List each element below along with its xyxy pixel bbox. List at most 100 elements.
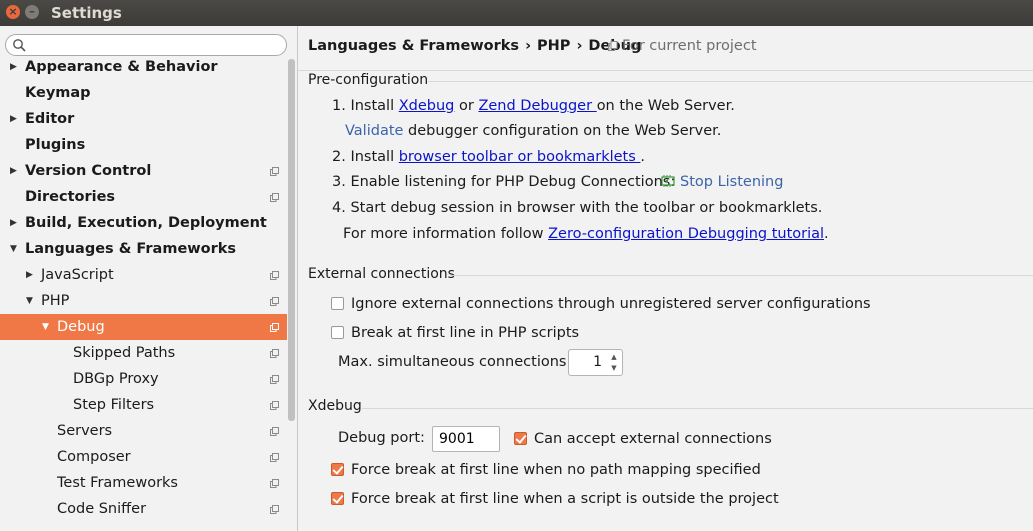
settings-sidebar: ▶ Appearance & Behavior Keymap ▶ Editor Plugi…: [0, 26, 298, 531]
tree-item[interactable]: Test Frameworks: [0, 470, 287, 496]
tree-item-label: Languages & Frameworks: [25, 241, 237, 257]
tree-item[interactable]: Keymap: [0, 80, 287, 106]
tree-item-label: Servers: [57, 423, 113, 439]
ignore-external-checkbox[interactable]: [331, 297, 344, 310]
stop-listening-button[interactable]: Stop Listening: [661, 174, 783, 190]
close-button[interactable]: ×: [6, 5, 20, 19]
max-connections-spinner[interactable]: 1 ▲ ▼: [568, 349, 623, 376]
tree-item-label: Appearance & Behavior: [25, 59, 218, 75]
sidebar-scrollbar[interactable]: [287, 59, 297, 531]
xdebug-link[interactable]: Xdebug: [399, 98, 455, 114]
force-break-outside-checkbox[interactable]: [331, 492, 344, 505]
tree-item[interactable]: Plugins: [0, 132, 287, 158]
tree-item-label: Code Sniffer: [57, 501, 147, 517]
break-first-line-label: Break at first line in PHP scripts: [351, 325, 580, 341]
expand-arrow-right-icon[interactable]: ▶: [26, 262, 33, 288]
tree-item-label: Editor: [25, 111, 75, 127]
stop-listening-label: Stop Listening: [680, 174, 784, 190]
zero-config-tutorial-link[interactable]: Zero-configuration Debugging tutorial: [548, 226, 824, 242]
breadcrumb: Languages & Frameworks›PHP›Debug: [308, 38, 641, 54]
tree-item[interactable]: DBGp Proxy: [0, 366, 287, 392]
tree-item[interactable]: Step Filters: [0, 392, 287, 418]
project-level-icon: [270, 401, 279, 410]
tree-item[interactable]: ▼ PHP: [0, 288, 287, 314]
project-level-icon: [270, 505, 279, 514]
expand-arrow-down-icon[interactable]: ▼: [10, 236, 17, 262]
tree-item[interactable]: Directories: [0, 184, 287, 210]
accept-external-checkbox[interactable]: [514, 432, 527, 445]
scrollbar-thumb[interactable]: [288, 59, 295, 421]
zend-debugger-link[interactable]: Zend Debugger: [478, 98, 596, 114]
step-3: 3. Enable listening for PHP Debug Connec…: [332, 174, 675, 190]
minimize-button[interactable]: –: [25, 5, 39, 19]
force-break-mapping-checkbox[interactable]: [331, 463, 344, 476]
tree-item[interactable]: ▶ JavaScript: [0, 262, 287, 288]
tree-item[interactable]: Servers: [0, 418, 287, 444]
tree-item[interactable]: ▶ Editor: [0, 106, 287, 132]
tree-item-label: Build, Execution, Deployment: [25, 215, 267, 231]
breadcrumb-separator: ›: [525, 38, 532, 54]
preconfig-divider: [428, 81, 1033, 82]
step-1: 1. Install Xdebug or Zend Debugger on th…: [332, 98, 735, 114]
max-connections-label: Max. simultaneous connections:: [338, 354, 572, 370]
step-4-text: 4. Start debug session in browser with t…: [332, 200, 823, 216]
tree-item[interactable]: Code Sniffer: [0, 496, 287, 522]
breadcrumb-php: PHP: [537, 38, 571, 54]
project-level-icon: [270, 193, 279, 202]
step-1-suffix: on the Web Server.: [596, 98, 735, 114]
expand-arrow-right-icon[interactable]: ▶: [10, 106, 17, 132]
tree-item[interactable]: ▼ Languages & Frameworks: [0, 236, 287, 262]
window-title: Settings: [51, 4, 122, 22]
tree-item-label: Skipped Paths: [73, 345, 176, 361]
expand-arrow-right-icon[interactable]: ▶: [10, 158, 17, 184]
search-box[interactable]: [5, 34, 287, 56]
project-scope-label: For current project: [608, 38, 757, 54]
debug-port-label: Debug port:: [338, 430, 425, 446]
search-icon: [13, 39, 26, 52]
xdebug-title: Xdebug: [308, 398, 362, 414]
spinner-up-icon[interactable]: ▲: [608, 352, 620, 363]
max-connections-value[interactable]: 1: [593, 354, 602, 370]
expand-arrow-down-icon[interactable]: ▼: [42, 314, 49, 340]
project-level-icon: [270, 167, 279, 176]
force-break-outside-label: Force break at first line when a script …: [351, 491, 779, 507]
expand-arrow-right-icon[interactable]: ▶: [10, 210, 17, 236]
tree-item[interactable]: ▶ Appearance & Behavior: [0, 54, 287, 80]
project-level-icon: [270, 271, 279, 280]
external-divider: [450, 275, 1033, 276]
project-level-icon: [270, 479, 279, 488]
validate-link[interactable]: Validate: [345, 123, 403, 139]
tree-item-label: Step Filters: [73, 397, 155, 413]
expand-arrow-right-icon[interactable]: ▶: [10, 54, 17, 80]
step-3-text: 3. Enable listening for PHP Debug Connec…: [332, 174, 676, 190]
break-first-line-checkbox[interactable]: [331, 326, 344, 339]
tree-item[interactable]: Composer: [0, 444, 287, 470]
more-info-suffix: .: [824, 226, 829, 242]
project-level-icon: [270, 297, 279, 306]
expand-arrow-down-icon[interactable]: ▼: [26, 288, 33, 314]
tree-item[interactable]: ▶ Version Control: [0, 158, 287, 184]
project-level-icon: [270, 453, 279, 462]
tree-item-label: PHP: [41, 293, 70, 309]
tree-item-label: Plugins: [25, 137, 86, 153]
project-level-icon: [270, 349, 279, 358]
preconfig-title: Pre-configuration: [308, 72, 429, 88]
tree-item[interactable]: ▶ Build, Execution, Deployment: [0, 210, 287, 236]
tree-item[interactable]: ▼ Debug: [0, 314, 287, 340]
validate-line: Validate debugger configuration on the W…: [345, 123, 721, 139]
search-input[interactable]: [30, 36, 280, 54]
tree-item-label: DBGp Proxy: [73, 371, 159, 387]
debug-port-input[interactable]: [432, 426, 500, 452]
tree-item[interactable]: Skipped Paths: [0, 340, 287, 366]
breadcrumb-separator: ›: [576, 38, 583, 54]
more-info-text: For more information follow: [343, 226, 549, 242]
tree-item-label: Version Control: [25, 163, 152, 179]
step-1-text: 1. Install: [332, 98, 399, 114]
force-break-mapping-label: Force break at first line when no path m…: [351, 462, 761, 478]
spinner-down-icon[interactable]: ▼: [608, 363, 620, 374]
tree-item-label: Composer: [57, 449, 131, 465]
breadcrumb-languages: Languages & Frameworks: [308, 38, 520, 54]
validate-text: debugger configuration on the Web Server…: [403, 123, 722, 139]
debug-settings-panel: Languages & Frameworks›PHP›Debug For cur…: [298, 26, 1033, 531]
browser-toolbar-link[interactable]: browser toolbar or bookmarklets: [399, 149, 641, 165]
